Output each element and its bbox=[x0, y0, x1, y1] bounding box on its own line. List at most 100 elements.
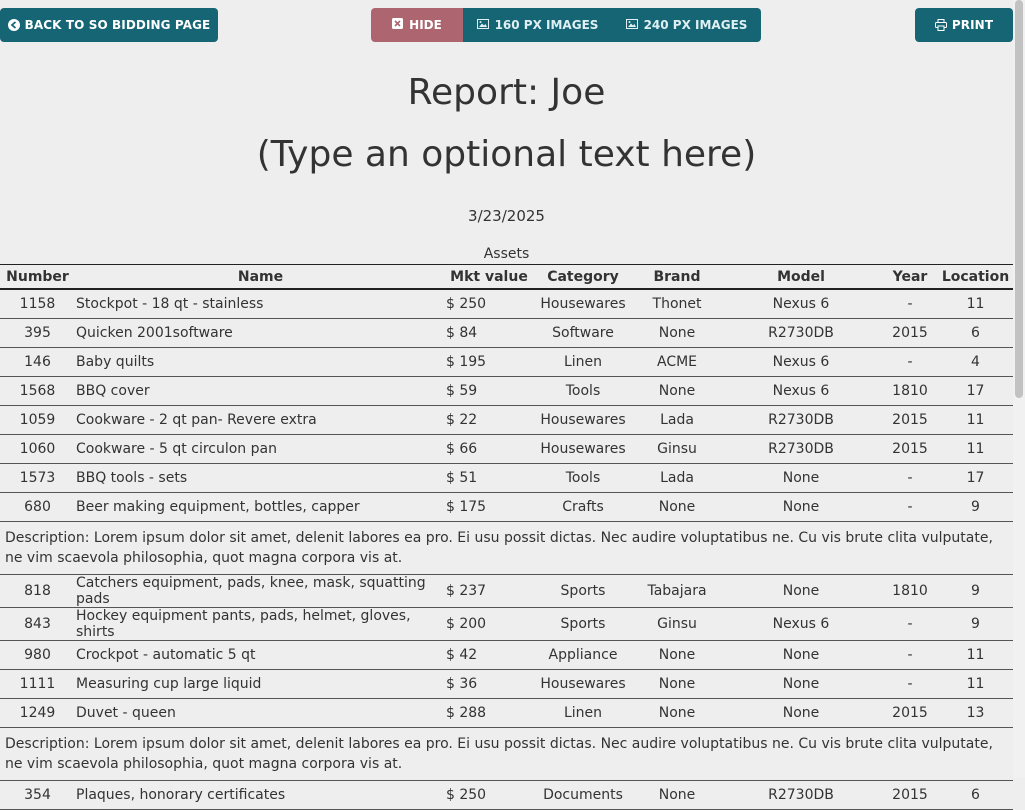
cell-name: BBQ tools - sets bbox=[75, 463, 445, 493]
cell-brand: Tabajara bbox=[634, 574, 720, 608]
cell-location: 4 bbox=[938, 347, 1013, 377]
image-icon bbox=[625, 18, 638, 32]
table-caption: Assets bbox=[483, 246, 530, 262]
cell-name: Hockey equipment pants, pads, helmet, gl… bbox=[75, 607, 445, 641]
print-button[interactable]: PRINT bbox=[915, 8, 1013, 42]
printer-icon bbox=[934, 19, 947, 31]
table-row: 395 Quicken 2001software $ 84 Software None R… bbox=[0, 318, 1013, 348]
arrow-left-circle-icon bbox=[7, 19, 20, 31]
cell-location: 11 bbox=[938, 640, 1013, 670]
table-body: 1158 Stockpot - 18 qt - stainless $ 250 Hou… bbox=[0, 289, 1013, 810]
cell-brand: Lada bbox=[634, 405, 720, 435]
image-size-toggle-group: HIDE 160 PX IMAGES 240 PX IMAGES bbox=[371, 8, 761, 42]
table-row: 1111 Measuring cup large liquid $ 36 Housew… bbox=[0, 669, 1013, 699]
cell-year: - bbox=[882, 669, 938, 699]
cell-name: BBQ cover bbox=[75, 376, 445, 406]
cell-brand: None bbox=[634, 318, 720, 348]
images-160px-button[interactable]: 160 PX IMAGES bbox=[463, 8, 612, 42]
scrollbar-thumb[interactable] bbox=[1015, 0, 1023, 398]
cell-year: 2015 bbox=[882, 698, 938, 728]
cell-year: 2015 bbox=[882, 780, 938, 810]
cell-year: - bbox=[882, 607, 938, 641]
cell-number: 843 bbox=[0, 607, 75, 641]
header-year: Year bbox=[882, 264, 938, 290]
images-240px-label: 240 PX IMAGES bbox=[643, 18, 748, 32]
header-brand: Brand bbox=[634, 264, 720, 290]
hide-images-button[interactable]: HIDE bbox=[371, 8, 463, 42]
cell-name: Stockpot - 18 qt - stainless bbox=[75, 289, 445, 319]
cell-category: Housewares bbox=[532, 405, 634, 435]
table-row: 1573 BBQ tools - sets $ 51 Tools Lada None -17 bbox=[0, 463, 1013, 493]
cell-mkt-value: $ 36 bbox=[445, 669, 532, 699]
table-row: 1568 BBQ cover $ 59 Tools None Nexus 6 1810 17 bbox=[0, 376, 1013, 406]
cell-mkt-value: $ 250 bbox=[445, 289, 532, 319]
cell-category: Housewares bbox=[532, 434, 634, 464]
report-date: 3/23/2025 bbox=[468, 207, 545, 225]
description-row: Description: Lorem ipsum dolor sit amet,… bbox=[0, 727, 1013, 781]
cell-category: Sports bbox=[532, 607, 634, 641]
item-description: Description: Lorem ipsum dolor sit amet,… bbox=[0, 727, 1013, 781]
close-square-icon bbox=[392, 18, 404, 32]
cell-model: None bbox=[720, 640, 882, 670]
cell-model: R2730DB bbox=[720, 405, 882, 435]
cell-location: 6 bbox=[938, 780, 1013, 810]
cell-mkt-value: $ 175 bbox=[445, 492, 532, 522]
cell-model: None bbox=[720, 698, 882, 728]
cell-mkt-value: $ 59 bbox=[445, 376, 532, 406]
cell-location: 11 bbox=[938, 434, 1013, 464]
cell-location: 9 bbox=[938, 574, 1013, 608]
cell-mkt-value: $ 195 bbox=[445, 347, 532, 377]
cell-model: Nexus 6 bbox=[720, 607, 882, 641]
hide-label: HIDE bbox=[409, 18, 442, 32]
cell-mkt-value: $ 250 bbox=[445, 780, 532, 810]
cell-year: - bbox=[882, 347, 938, 377]
cell-brand: Ginsu bbox=[634, 607, 720, 641]
cell-number: 354 bbox=[0, 780, 75, 810]
cell-mkt-value: $ 288 bbox=[445, 698, 532, 728]
cell-brand: None bbox=[634, 640, 720, 670]
cell-number: 1573 bbox=[0, 463, 75, 493]
images-240px-button[interactable]: 240 PX IMAGES bbox=[612, 8, 761, 42]
cell-name: Plaques, honorary certificates bbox=[75, 780, 445, 810]
back-to-bidding-button[interactable]: BACK TO SO BIDDING PAGE bbox=[0, 8, 218, 42]
table-row: 146 Baby quilts $ 195 Linen ACME Nexus 6-4 bbox=[0, 347, 1013, 377]
image-icon bbox=[476, 18, 489, 32]
cell-number: 1059 bbox=[0, 405, 75, 435]
cell-model: Nexus 6 bbox=[720, 347, 882, 377]
cell-category: Housewares bbox=[532, 289, 634, 319]
cell-number: 1060 bbox=[0, 434, 75, 464]
cell-location: 11 bbox=[938, 405, 1013, 435]
cell-category: Documents bbox=[532, 780, 634, 810]
cell-name: Measuring cup large liquid bbox=[75, 669, 445, 699]
back-button-label: BACK TO SO BIDDING PAGE bbox=[24, 18, 211, 32]
table-row: 1060 Cookware - 5 qt circulon pan $ 66 Hous… bbox=[0, 434, 1013, 464]
table-row: 818 Catchers equipment, pads, knee, mask,… bbox=[0, 574, 1013, 608]
cell-year: 2015 bbox=[882, 405, 938, 435]
cell-location: 9 bbox=[938, 607, 1013, 641]
cell-model: Nexus 6 bbox=[720, 376, 882, 406]
cell-number: 680 bbox=[0, 492, 75, 522]
cell-mkt-value: $ 51 bbox=[445, 463, 532, 493]
cell-brand: Thonet bbox=[634, 289, 720, 319]
cell-model: R2730DB bbox=[720, 434, 882, 464]
header-location: Location bbox=[938, 264, 1013, 290]
cell-name: Catchers equipment, pads, knee, mask, sq… bbox=[75, 574, 445, 608]
table-row: 1059 Cookware - 2 qt pan- Revere extra $ 2… bbox=[0, 405, 1013, 435]
cell-number: 818 bbox=[0, 574, 75, 608]
cell-number: 1158 bbox=[0, 289, 75, 319]
cell-model: None bbox=[720, 492, 882, 522]
table-row: 354 Plaques, honorary certificates $ 250 Do… bbox=[0, 780, 1013, 810]
images-160px-label: 160 PX IMAGES bbox=[494, 18, 599, 32]
cell-model: None bbox=[720, 463, 882, 493]
table-row: 843 Hockey equipment pants, pads, helmet,… bbox=[0, 607, 1013, 641]
cell-category: Crafts bbox=[532, 492, 634, 522]
print-label: PRINT bbox=[951, 18, 994, 32]
cell-number: 1249 bbox=[0, 698, 75, 728]
cell-number: 395 bbox=[0, 318, 75, 348]
cell-mkt-value: $ 84 bbox=[445, 318, 532, 348]
cell-brand: Ginsu bbox=[634, 434, 720, 464]
header-name: Name bbox=[75, 264, 445, 290]
cell-category: Tools bbox=[532, 376, 634, 406]
cell-year: 1810 bbox=[882, 574, 938, 608]
cell-name: Baby quilts bbox=[75, 347, 445, 377]
